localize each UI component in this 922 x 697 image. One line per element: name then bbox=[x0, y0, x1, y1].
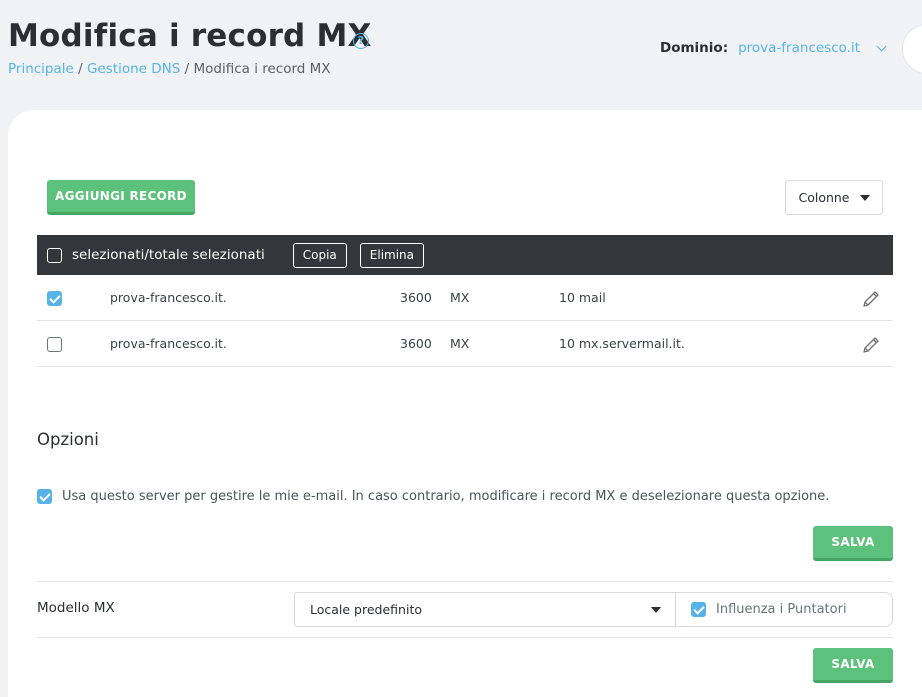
select-all-checkbox[interactable] bbox=[47, 247, 62, 263]
record-name: prova-francesco.it. bbox=[110, 336, 227, 351]
columns-dropdown-button[interactable]: Colonne bbox=[785, 180, 883, 215]
table-row[interactable]: prova-francesco.it. 3600 MX 10 mail bbox=[37, 275, 893, 321]
question-circle-icon[interactable]: ? bbox=[353, 33, 369, 49]
breadcrumb: Principale / Gestione DNS / Modifica i r… bbox=[8, 61, 331, 77]
record-value: 10 mail bbox=[559, 290, 606, 305]
caret-down-icon bbox=[859, 194, 870, 201]
domain-selector[interactable]: Dominio: prova-francesco.it bbox=[660, 40, 887, 56]
pencil-icon[interactable] bbox=[861, 289, 881, 309]
breadcrumb-gestione-dns[interactable]: Gestione DNS bbox=[87, 61, 180, 77]
avatar[interactable] bbox=[902, 24, 922, 74]
breadcrumb-current: Modifica i record MX bbox=[193, 61, 331, 77]
domain-label: Dominio: bbox=[660, 40, 729, 56]
mx-model-label: Modello MX bbox=[37, 600, 115, 616]
table-header: selezionati/totale selezionati Copia Eli… bbox=[37, 235, 893, 275]
copy-button[interactable]: Copia bbox=[292, 242, 347, 268]
columns-label: Colonne bbox=[798, 190, 850, 205]
record-type: MX bbox=[450, 336, 470, 351]
record-ttl: 3600 bbox=[400, 336, 432, 351]
add-record-button[interactable]: AGGIUNGI RECORD bbox=[47, 180, 195, 215]
row-checkbox[interactable] bbox=[47, 337, 62, 352]
breadcrumb-separator: / bbox=[184, 61, 190, 77]
row-checkbox[interactable] bbox=[47, 291, 62, 306]
save-options-button[interactable]: SALVA bbox=[813, 526, 893, 561]
record-value: 10 mx.servermail.it. bbox=[559, 336, 685, 351]
influence-pointers-checkbox[interactable] bbox=[691, 602, 706, 617]
delete-button[interactable]: Elimina bbox=[359, 242, 425, 268]
chevron-down-icon[interactable] bbox=[876, 41, 887, 51]
selection-count-label: selezionati/totale selezionati bbox=[72, 247, 265, 263]
divider bbox=[37, 581, 893, 582]
use-server-checkbox[interactable] bbox=[37, 489, 52, 504]
page-title: Modifica i record MX bbox=[8, 18, 372, 54]
record-ttl: 3600 bbox=[400, 290, 432, 305]
influence-pointers-label: Influenza i Puntatori bbox=[716, 602, 847, 617]
record-type: MX bbox=[450, 290, 470, 305]
influence-pointers-option[interactable]: Influenza i Puntatori bbox=[676, 592, 893, 627]
table-row[interactable]: prova-francesco.it. 3600 MX 10 mx.server… bbox=[37, 321, 893, 367]
options-title: Opzioni bbox=[37, 430, 99, 449]
mx-model-selected: Locale predefinito bbox=[310, 602, 422, 617]
breadcrumb-separator: / bbox=[78, 61, 83, 77]
use-server-option[interactable]: Usa questo server per gestire le mie e-m… bbox=[37, 489, 829, 504]
pencil-icon[interactable] bbox=[861, 335, 881, 355]
mx-model-select[interactable]: Locale predefinito bbox=[294, 592, 676, 627]
breadcrumb-principale[interactable]: Principale bbox=[8, 61, 74, 77]
use-server-label: Usa questo server per gestire le mie e-m… bbox=[62, 489, 830, 504]
record-name: prova-francesco.it. bbox=[110, 290, 227, 305]
domain-value[interactable]: prova-francesco.it bbox=[738, 40, 860, 56]
caret-down-icon bbox=[651, 607, 661, 613]
divider bbox=[37, 637, 893, 638]
save-mx-model-button[interactable]: SALVA bbox=[813, 648, 893, 683]
